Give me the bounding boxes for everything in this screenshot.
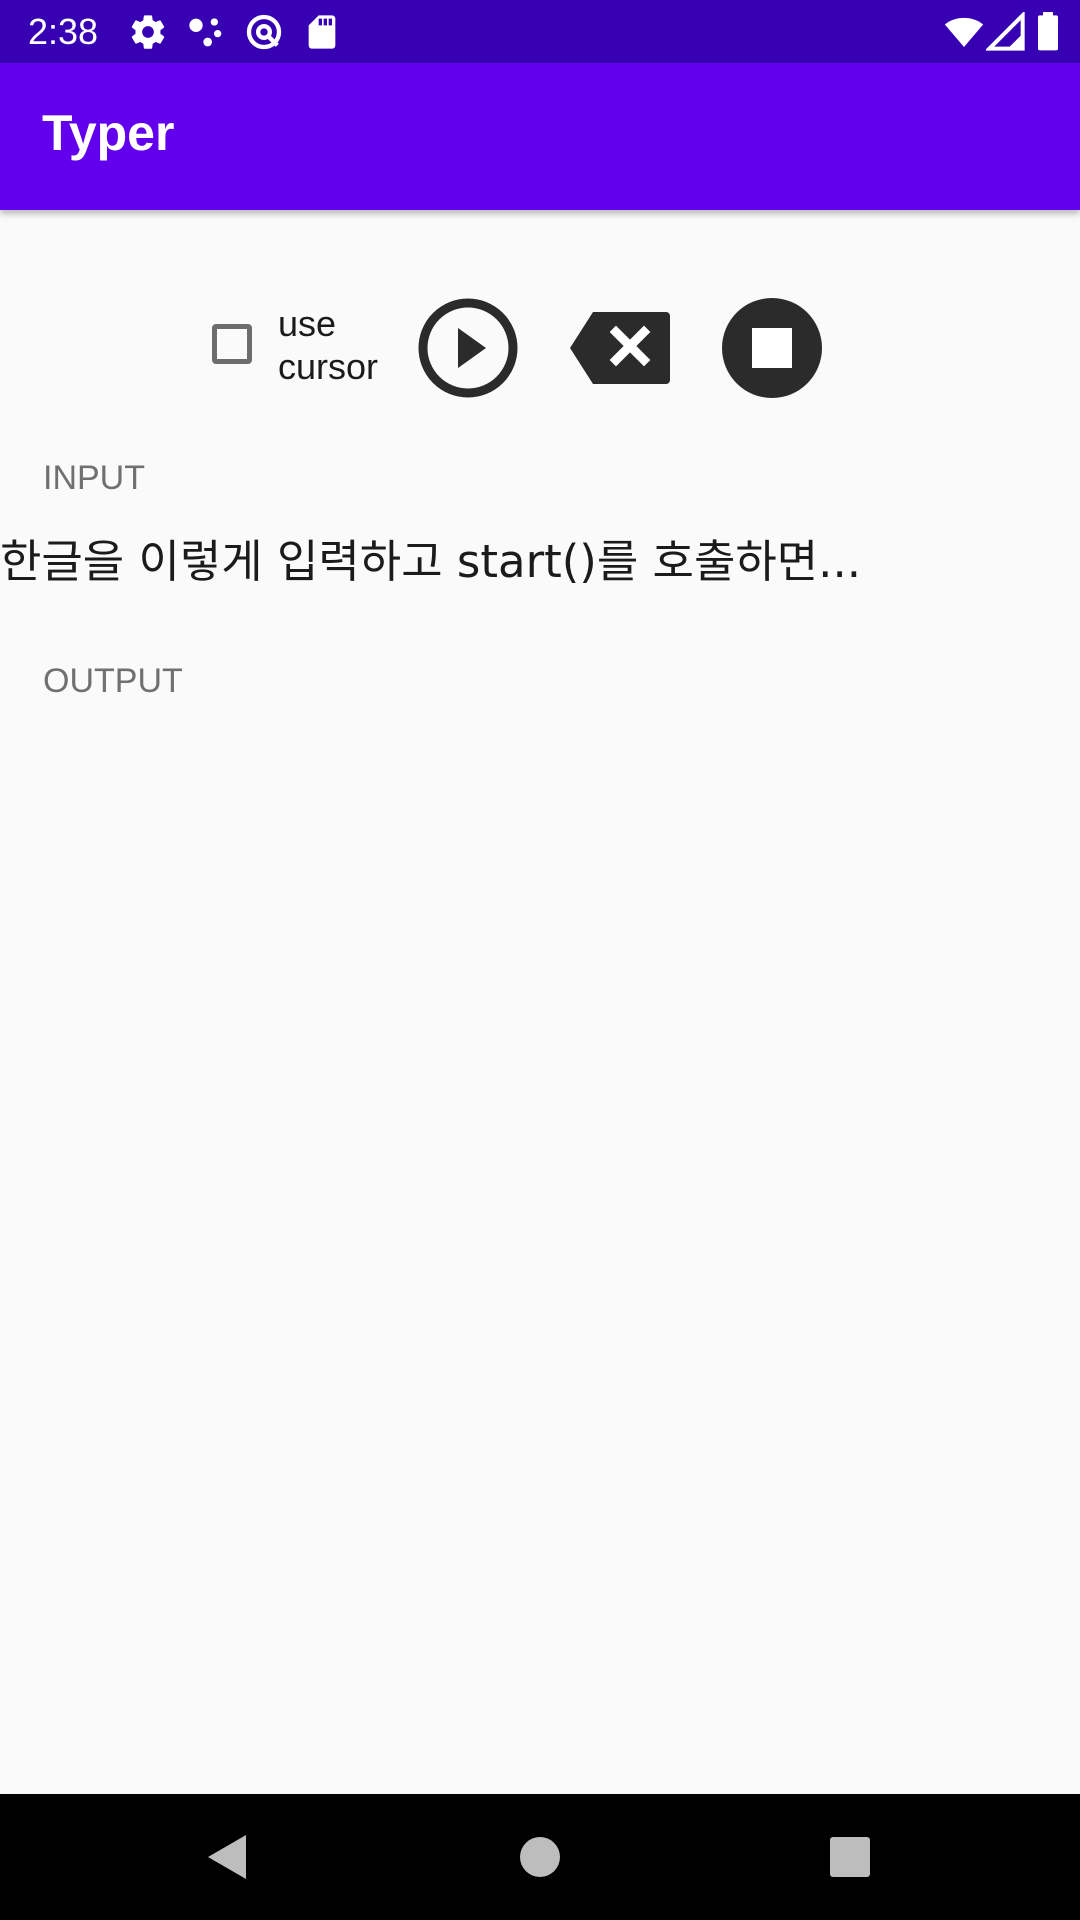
backspace-icon[interactable]: [568, 296, 672, 400]
wifi-icon: [944, 17, 984, 47]
input-label: INPUT: [43, 459, 145, 497]
home-icon[interactable]: [510, 1827, 570, 1887]
back-icon[interactable]: [196, 1827, 256, 1887]
play-icon[interactable]: [416, 296, 520, 400]
signal-icon: [986, 12, 1025, 51]
sd-card-icon: [308, 15, 336, 49]
navigation-bar: [0, 1794, 1080, 1920]
input-text: 한글을 이렇게 입력하고 start()를 호출하면...: [0, 535, 862, 588]
stop-icon[interactable]: [720, 296, 824, 400]
app-bar: Typer: [0, 63, 1080, 210]
app-title: Typer: [42, 105, 175, 161]
use-cursor-checkbox[interactable]: [212, 324, 252, 364]
recents-icon[interactable]: [820, 1827, 880, 1887]
assistant-dots-icon: [189, 18, 222, 47]
gear-icon: [131, 15, 165, 49]
status-time: 2:38: [28, 11, 99, 52]
use-cursor-label[interactable]: use cursor: [278, 302, 398, 388]
output-label: OUTPUT: [43, 662, 183, 700]
status-bar: 2:38: [0, 0, 1080, 63]
battery-icon: [1038, 12, 1058, 51]
at-sign-icon: [246, 14, 282, 50]
controls-row: use cursor: [0, 290, 1080, 410]
